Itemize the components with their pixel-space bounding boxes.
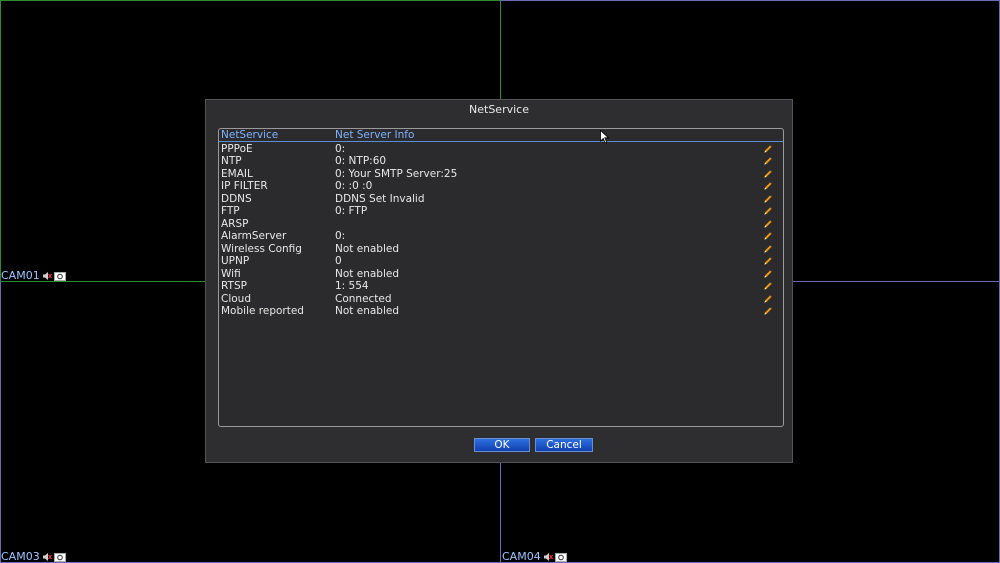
pencil-icon[interactable] [763, 294, 773, 304]
pencil-icon[interactable] [763, 256, 773, 266]
camera-label-4: CAM04 [502, 550, 567, 563]
pencil-icon[interactable] [763, 194, 773, 204]
service-info: 0: [335, 142, 346, 155]
camera-icon [554, 552, 567, 562]
camera-name: CAM04 [502, 550, 541, 563]
dialog-title: NetService [469, 103, 529, 116]
service-name: EMAIL [221, 167, 253, 180]
pencil-icon[interactable] [763, 244, 773, 254]
service-info: 0: Your SMTP Server:25 [335, 167, 458, 180]
cancel-button[interactable]: Cancel [535, 438, 593, 452]
table-row[interactable]: FTP 0: FTP [219, 205, 783, 218]
table-row[interactable]: EMAIL 0: Your SMTP Server:25 [219, 168, 783, 181]
table-row[interactable]: ARSP [219, 218, 783, 231]
table-row[interactable]: Wifi Not enabled [219, 268, 783, 281]
pencil-icon[interactable] [763, 231, 773, 241]
table-row[interactable]: NTP 0: NTP:60 [219, 155, 783, 168]
service-name: PPPoE [221, 142, 253, 155]
service-name: DDNS [221, 192, 252, 205]
pencil-icon[interactable] [763, 156, 773, 166]
pencil-icon[interactable] [763, 144, 773, 154]
service-name: Mobile reported [221, 305, 304, 317]
table-row[interactable]: UPNP 0 [219, 255, 783, 268]
list-header: NetService Net Server Info [219, 129, 783, 142]
service-info: Not enabled [335, 267, 399, 280]
service-name: UPNP [221, 255, 250, 267]
service-name: ARSP [221, 217, 249, 230]
table-row[interactable]: AlarmServer 0: [219, 230, 783, 243]
netservice-list[interactable]: NetService Net Server Info PPPoE 0: NTP 0: … [218, 128, 784, 427]
service-name: FTP [221, 205, 240, 217]
service-info: 0: NTP:60 [335, 155, 387, 167]
service-info: Connected [335, 292, 392, 305]
column-header-info: Net Server Info [335, 129, 415, 141]
mouse-cursor-icon [600, 129, 610, 144]
camera-icon [53, 271, 66, 281]
column-header-service: NetService [221, 129, 279, 141]
pencil-icon[interactable] [763, 219, 773, 229]
service-name: AlarmServer [221, 230, 287, 242]
service-name: Cloud [221, 292, 251, 305]
service-info: 0: [335, 230, 346, 242]
service-name: Wifi [221, 267, 241, 280]
service-name: NTP [221, 155, 242, 167]
table-row[interactable]: IP FILTER 0: :0 :0 [219, 180, 783, 193]
netservice-dialog: NetService NetService Net Server Info PP… [205, 99, 793, 463]
service-info: DDNS Set Invalid [335, 192, 425, 205]
speaker-mute-icon [543, 552, 553, 562]
service-info: 0 [335, 255, 342, 267]
speaker-mute-icon [42, 552, 52, 562]
service-info: 0: FTP [335, 205, 368, 217]
table-row[interactable]: Mobile reported Not enabled [219, 305, 783, 318]
pencil-icon[interactable] [763, 269, 773, 279]
camera-label-1: CAM01 [1, 269, 66, 282]
service-info: Not enabled [335, 305, 399, 317]
pencil-icon[interactable] [763, 281, 773, 291]
service-name: Wireless Config [221, 242, 302, 255]
service-name: RTSP [221, 280, 247, 292]
pencil-icon[interactable] [763, 306, 773, 316]
service-name: IP FILTER [221, 180, 268, 192]
speaker-mute-icon [42, 271, 52, 281]
camera-name: CAM03 [1, 550, 40, 563]
service-info: 1: 554 [335, 280, 369, 292]
camera-name: CAM01 [1, 269, 40, 282]
service-info: 0: :0 :0 [335, 180, 373, 192]
pencil-icon[interactable] [763, 181, 773, 191]
pencil-icon[interactable] [763, 169, 773, 179]
table-row[interactable]: Cloud Connected [219, 293, 783, 306]
service-info: Not enabled [335, 242, 399, 255]
pencil-icon[interactable] [763, 206, 773, 216]
table-row[interactable]: PPPoE 0: [219, 143, 783, 156]
camera-icon [53, 552, 66, 562]
table-row[interactable]: DDNS DDNS Set Invalid [219, 193, 783, 206]
ok-button[interactable]: OK [474, 438, 530, 452]
camera-label-3: CAM03 [1, 550, 66, 563]
table-row[interactable]: Wireless Config Not enabled [219, 243, 783, 256]
table-row[interactable]: RTSP 1: 554 [219, 280, 783, 293]
